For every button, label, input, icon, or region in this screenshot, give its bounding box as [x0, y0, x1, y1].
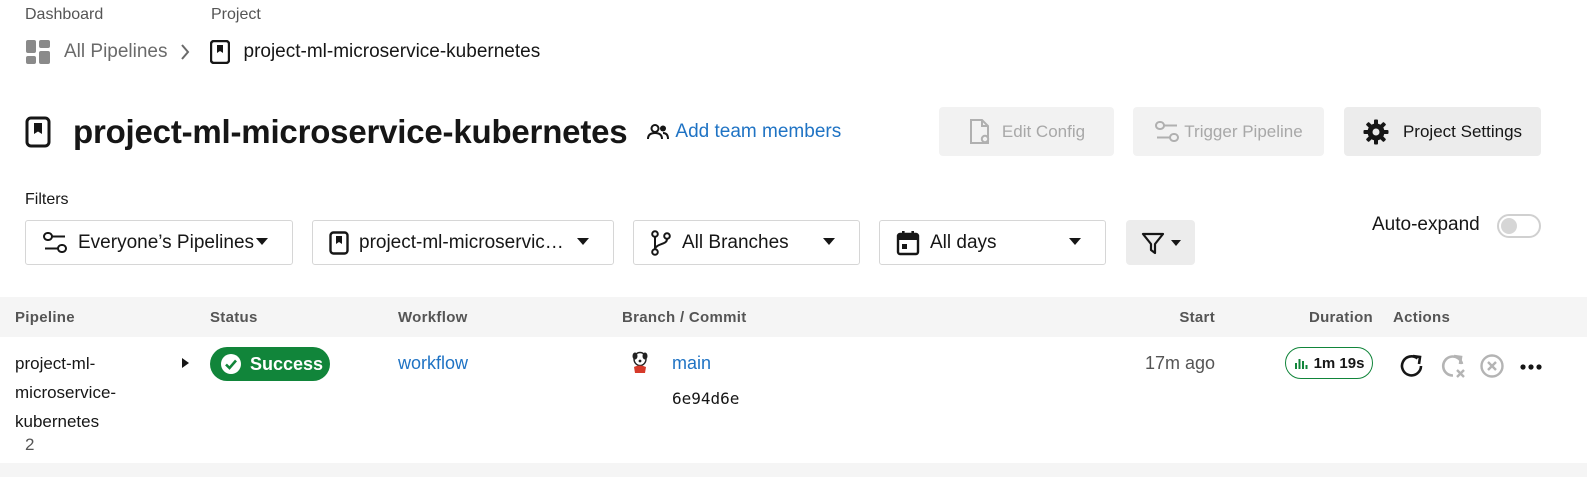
- pipeline-flow-icon: [1154, 120, 1180, 144]
- calendar-icon: [896, 230, 920, 256]
- rerun-icon[interactable]: [1398, 352, 1426, 380]
- days-filter-value: All days: [930, 231, 997, 253]
- chevron-right-icon: [180, 44, 190, 60]
- trigger-pipeline-label: Trigger Pipeline: [1184, 121, 1303, 141]
- funnel-icon: [1141, 231, 1165, 255]
- check-circle-icon: [220, 353, 242, 375]
- caret-down-icon: [823, 238, 835, 245]
- bar-chart-icon: [1294, 356, 1308, 370]
- edit-config-button[interactable]: Edit Config: [939, 107, 1114, 156]
- project-filter-value: project-ml-microservic…: [359, 231, 564, 253]
- breadcrumb-dashboard-label: Dashboard: [25, 6, 104, 23]
- add-team-members-link[interactable]: Add team members: [647, 121, 841, 143]
- project-bookmark-icon: [25, 116, 51, 148]
- page-header: project-ml-microservice-kubernetes Add t…: [25, 108, 841, 156]
- table-header: Pipeline Status Workflow Branch / Commit…: [0, 297, 1587, 337]
- pipelines-filter-dropdown[interactable]: Everyone’s Pipelines: [25, 220, 293, 265]
- column-header-start: Start: [1179, 309, 1215, 326]
- table-row: project-ml-microservice-kubernetes 2 Suc…: [0, 337, 1587, 463]
- column-header-duration: Duration: [1308, 309, 1373, 326]
- auto-expand-toggle[interactable]: [1497, 214, 1541, 238]
- branches-filter-dropdown[interactable]: All Branches: [633, 220, 860, 265]
- auto-expand-label: Auto-expand: [1372, 214, 1480, 235]
- git-branch-icon: [650, 229, 672, 256]
- project-bookmark-icon: [209, 40, 230, 64]
- status-badge: Success: [210, 347, 330, 381]
- commit-hash[interactable]: 6e94d6e: [672, 389, 739, 408]
- file-gear-icon: [968, 118, 992, 146]
- gear-icon: [1363, 119, 1389, 145]
- column-header-pipeline: Pipeline: [15, 309, 75, 326]
- toggle-knob: [1501, 218, 1517, 234]
- caret-down-icon: [1170, 239, 1181, 246]
- start-time: 17m ago: [1144, 353, 1215, 373]
- breadcrumb-all-pipelines[interactable]: All Pipelines: [64, 41, 168, 63]
- project-bookmark-icon: [329, 230, 349, 255]
- pipeline-name[interactable]: project-ml-microservice-kubernetes: [15, 349, 175, 436]
- caret-down-icon: [1069, 238, 1081, 245]
- dashboard-grid-icon: [25, 39, 51, 65]
- breadcrumb: All Pipelines project-ml-microservice-ku…: [25, 36, 540, 68]
- page-title: project-ml-microservice-kubernetes: [73, 113, 628, 150]
- column-header-workflow: Workflow: [398, 309, 468, 326]
- breadcrumb-project-label: Project: [211, 6, 261, 23]
- more-options-icon[interactable]: [1517, 352, 1545, 380]
- avatar: [630, 351, 650, 375]
- status-label: Success: [250, 353, 324, 374]
- breadcrumb-project-name[interactable]: project-ml-microservice-kubernetes: [244, 41, 541, 63]
- pipelines-filter-value: Everyone’s Pipelines: [78, 231, 255, 253]
- caret-down-icon: [577, 238, 589, 245]
- filters-label: Filters: [25, 191, 69, 208]
- workflow-link[interactable]: workflow: [398, 353, 468, 374]
- advanced-filter-button[interactable]: [1126, 220, 1195, 265]
- duration-value: 1m 19s: [1313, 354, 1365, 372]
- project-settings-label: Project Settings: [1402, 121, 1523, 141]
- edit-config-label: Edit Config: [1001, 121, 1086, 141]
- pipeline-number: 2: [25, 435, 35, 454]
- add-team-members-label: Add team members: [675, 121, 842, 142]
- branch-link[interactable]: main: [672, 353, 711, 374]
- people-icon: [647, 124, 670, 140]
- rerun-failed-icon[interactable]: [1439, 352, 1467, 380]
- cancel-icon[interactable]: [1478, 352, 1506, 380]
- table-footer-band: [0, 463, 1587, 477]
- duration-badge[interactable]: 1m 19s: [1285, 347, 1373, 379]
- column-header-status: Status: [210, 309, 258, 326]
- days-filter-dropdown[interactable]: All days: [879, 220, 1106, 265]
- project-settings-button[interactable]: Project Settings: [1344, 107, 1541, 156]
- expand-row-caret-icon[interactable]: [182, 358, 189, 368]
- column-header-actions: Actions: [1393, 309, 1451, 326]
- branches-filter-value: All Branches: [682, 231, 789, 253]
- trigger-pipeline-button[interactable]: Trigger Pipeline: [1133, 107, 1324, 156]
- pipeline-flow-icon: [42, 231, 68, 255]
- project-filter-dropdown[interactable]: project-ml-microservic…: [312, 220, 614, 265]
- column-header-branch-commit: Branch / Commit: [622, 309, 747, 326]
- caret-down-icon: [256, 238, 268, 245]
